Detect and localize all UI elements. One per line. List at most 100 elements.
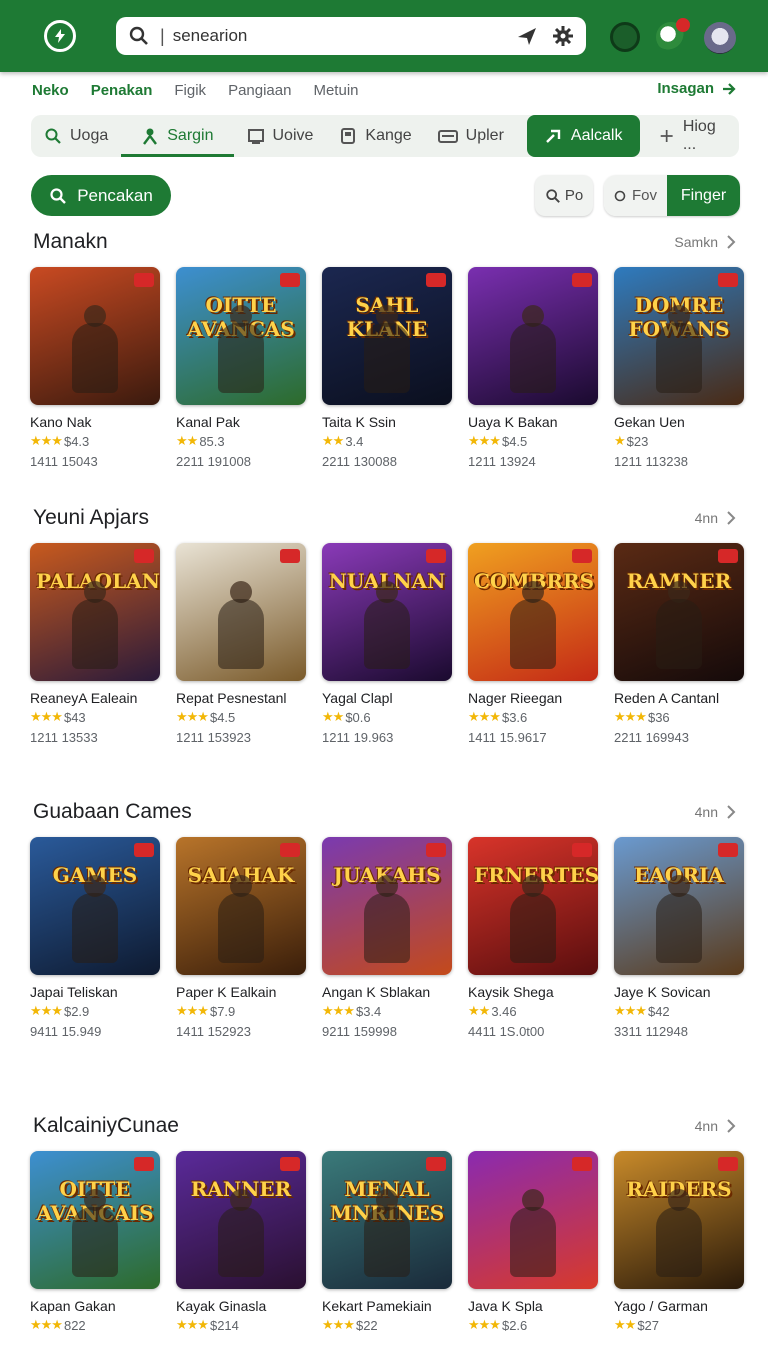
game-card[interactable]: FRNERTES Kaysik Shega ★★ 3.46 4411 1S.0t… [468, 837, 598, 1039]
game-thumbnail[interactable]: FRNERTES [468, 837, 598, 975]
game-card[interactable]: SAHL KLANE Taita K Ssin ★★ 3.4 2211 1300… [322, 267, 452, 469]
badge-icon [426, 549, 446, 563]
game-card[interactable]: OITTE AVANCAS Kanal Pak ★★ 85.3 2211 191… [176, 267, 306, 469]
search-bar[interactable]: | senearion [116, 17, 586, 55]
game-rating: ★★★ $42 [614, 1003, 744, 1019]
game-downloads: 2211 169943 [614, 730, 689, 745]
game-card[interactable]: RAIDERS Yago / Garman ★★ $27 [614, 1151, 744, 1338]
tab-aalcalk[interactable]: Aalcalk [526, 115, 641, 157]
star-icon: ★★★ [614, 709, 647, 724]
game-price: $4.3 [63, 433, 90, 449]
game-thumbnail[interactable] [30, 267, 160, 405]
game-card[interactable]: MENAL MNRINES Kekart Pamekiain ★★★ $22 [322, 1151, 452, 1338]
nav-item-pangiaan[interactable]: Pangiaan [228, 82, 291, 99]
person-icon [143, 128, 158, 145]
game-card[interactable]: SAIAHAK Paper K Ealkain ★★★ $7.9 1411 15… [176, 837, 306, 1039]
filter-chip-search[interactable]: Po [535, 175, 593, 216]
tab-uoive[interactable]: Uoive [234, 115, 327, 157]
character-body [72, 893, 118, 963]
tab-upler[interactable]: Upler [425, 115, 517, 157]
game-thumbnail[interactable] [468, 267, 598, 405]
section-more-link[interactable]: 4nn [695, 1118, 736, 1134]
primary-search-pill[interactable]: Pencakan [31, 175, 171, 216]
game-card[interactable]: GAMES Japai Teliskan ★★★ $2.9 9411 15.94… [30, 837, 160, 1039]
nav-item-penakan[interactable]: Penakan [91, 82, 153, 99]
game-thumbnail[interactable]: RAIDERS [614, 1151, 744, 1289]
section-more-link[interactable]: 4nn [695, 510, 736, 526]
game-thumbnail[interactable]: PALAOLAN [30, 543, 160, 681]
avatar-icon[interactable] [704, 22, 736, 54]
game-card[interactable]: Java K Spla ★★★ $2.6 [468, 1151, 598, 1338]
tab-uoga[interactable]: Uoga [31, 115, 121, 157]
game-thumbnail[interactable]: RANNER [176, 1151, 306, 1289]
game-thumbnail[interactable]: SAIAHAK [176, 837, 306, 975]
toggle-left[interactable]: Fov [604, 175, 667, 216]
pill-label: Pencakan [77, 185, 153, 205]
game-card[interactable]: Uaya K Bakan ★★★ $4.5 1211 13924 [468, 267, 598, 469]
game-card[interactable]: EAORIA Jaye K Sovican ★★★ $42 3311 11294… [614, 837, 744, 1039]
game-card[interactable]: COMBRRS Nager Rieegan ★★★ $3.6 1411 15.9… [468, 543, 598, 745]
game-thumbnail[interactable]: MENAL MNRINES [322, 1151, 452, 1289]
gift-icon[interactable] [656, 18, 690, 52]
game-card[interactable]: RANNER Kayak Ginasla ★★★ $214 [176, 1151, 306, 1338]
game-thumbnail[interactable]: JUAKAHS [322, 837, 452, 975]
star-icon: ★★★ [30, 1317, 63, 1332]
nav-item-metuin[interactable]: Metuin [313, 82, 358, 99]
game-card[interactable]: DOMRE FOWANS Gekan Uen ★ $23 1211 113238 [614, 267, 744, 469]
nav-more-link[interactable]: Insagan [657, 80, 736, 97]
game-thumbnail[interactable]: COMBRRS [468, 543, 598, 681]
game-thumbnail[interactable]: DOMRE FOWANS [614, 267, 744, 405]
game-controller-icon[interactable] [610, 22, 640, 52]
logo-icon[interactable] [44, 20, 76, 52]
search-icon [129, 26, 148, 45]
game-card[interactable]: OITTE AVANCAIS Kapan Gakan ★★★ 822 [30, 1151, 160, 1338]
game-card[interactable]: Repat Pesnestanl ★★★ $4.5 1211 153923 [176, 543, 306, 745]
game-thumbnail[interactable] [176, 543, 306, 681]
send-icon[interactable] [516, 25, 538, 47]
section-more-link[interactable]: Samkn [674, 234, 736, 250]
game-thumbnail[interactable]: GAMES [30, 837, 160, 975]
chevron-right-icon [727, 235, 736, 249]
game-thumbnail[interactable]: RAMNER [614, 543, 744, 681]
toggle-right[interactable]: Finger [667, 175, 740, 216]
section-more-link[interactable]: 4nn [695, 804, 736, 820]
game-thumbnail[interactable] [468, 1151, 598, 1289]
monitor-icon [247, 129, 264, 144]
character-body [364, 323, 410, 393]
game-rating: ★★★ $4.3 [30, 433, 160, 449]
game-card[interactable]: Kano Nak ★★★ $4.3 1411 15043 [30, 267, 160, 469]
character-body [656, 893, 702, 963]
gear-icon[interactable] [552, 25, 574, 47]
game-thumbnail[interactable]: NUALNAN [322, 543, 452, 681]
star-icon: ★★ [614, 1317, 636, 1332]
tab-hiog[interactable]: Hiog ... [646, 115, 739, 157]
game-rating: ★★★ $7.9 [176, 1003, 306, 1019]
star-icon: ★★ [468, 1003, 490, 1018]
game-card[interactable]: RAMNER Reden A Cantanl ★★★ $36 2211 1699… [614, 543, 744, 745]
section-title: Manakn [33, 230, 108, 253]
nav-item-figik[interactable]: Figik [174, 82, 206, 99]
character-body [510, 893, 556, 963]
game-card[interactable]: PALAOLAN ReaneyA Ealeain ★★★ $43 1211 13… [30, 543, 160, 745]
star-icon: ★★★ [30, 1003, 63, 1018]
character-body [656, 599, 702, 669]
tab-label: Hiog ... [682, 118, 716, 153]
game-price: $27 [637, 1317, 660, 1333]
view-toggle: Fov Finger [604, 175, 740, 216]
search-input[interactable]: senearion [173, 26, 502, 46]
notification-dot [676, 18, 690, 32]
game-thumbnail[interactable]: OITTE AVANCAS [176, 267, 306, 405]
game-thumbnail[interactable]: EAORIA [614, 837, 744, 975]
section-title: Guabaan Cames [33, 800, 192, 823]
game-card[interactable]: NUALNAN Yagal Clapl ★★ $0.6 1211 19.963 [322, 543, 452, 745]
game-name: Kanal Pak [176, 414, 240, 430]
game-thumbnail[interactable]: SAHL KLANE [322, 267, 452, 405]
tab-kange[interactable]: Kange [326, 115, 424, 157]
nav-item-neko[interactable]: Neko [32, 82, 69, 99]
game-thumbnail[interactable]: OITTE AVANCAIS [30, 1151, 160, 1289]
toggle-left-label: Fov [631, 187, 657, 204]
tab-sargin[interactable]: Sargin [121, 115, 234, 157]
character-body [218, 1207, 264, 1277]
game-card[interactable]: JUAKAHS Angan K Sblakan ★★★ $3.4 9211 15… [322, 837, 452, 1039]
game-price: 85.3 [199, 433, 225, 449]
